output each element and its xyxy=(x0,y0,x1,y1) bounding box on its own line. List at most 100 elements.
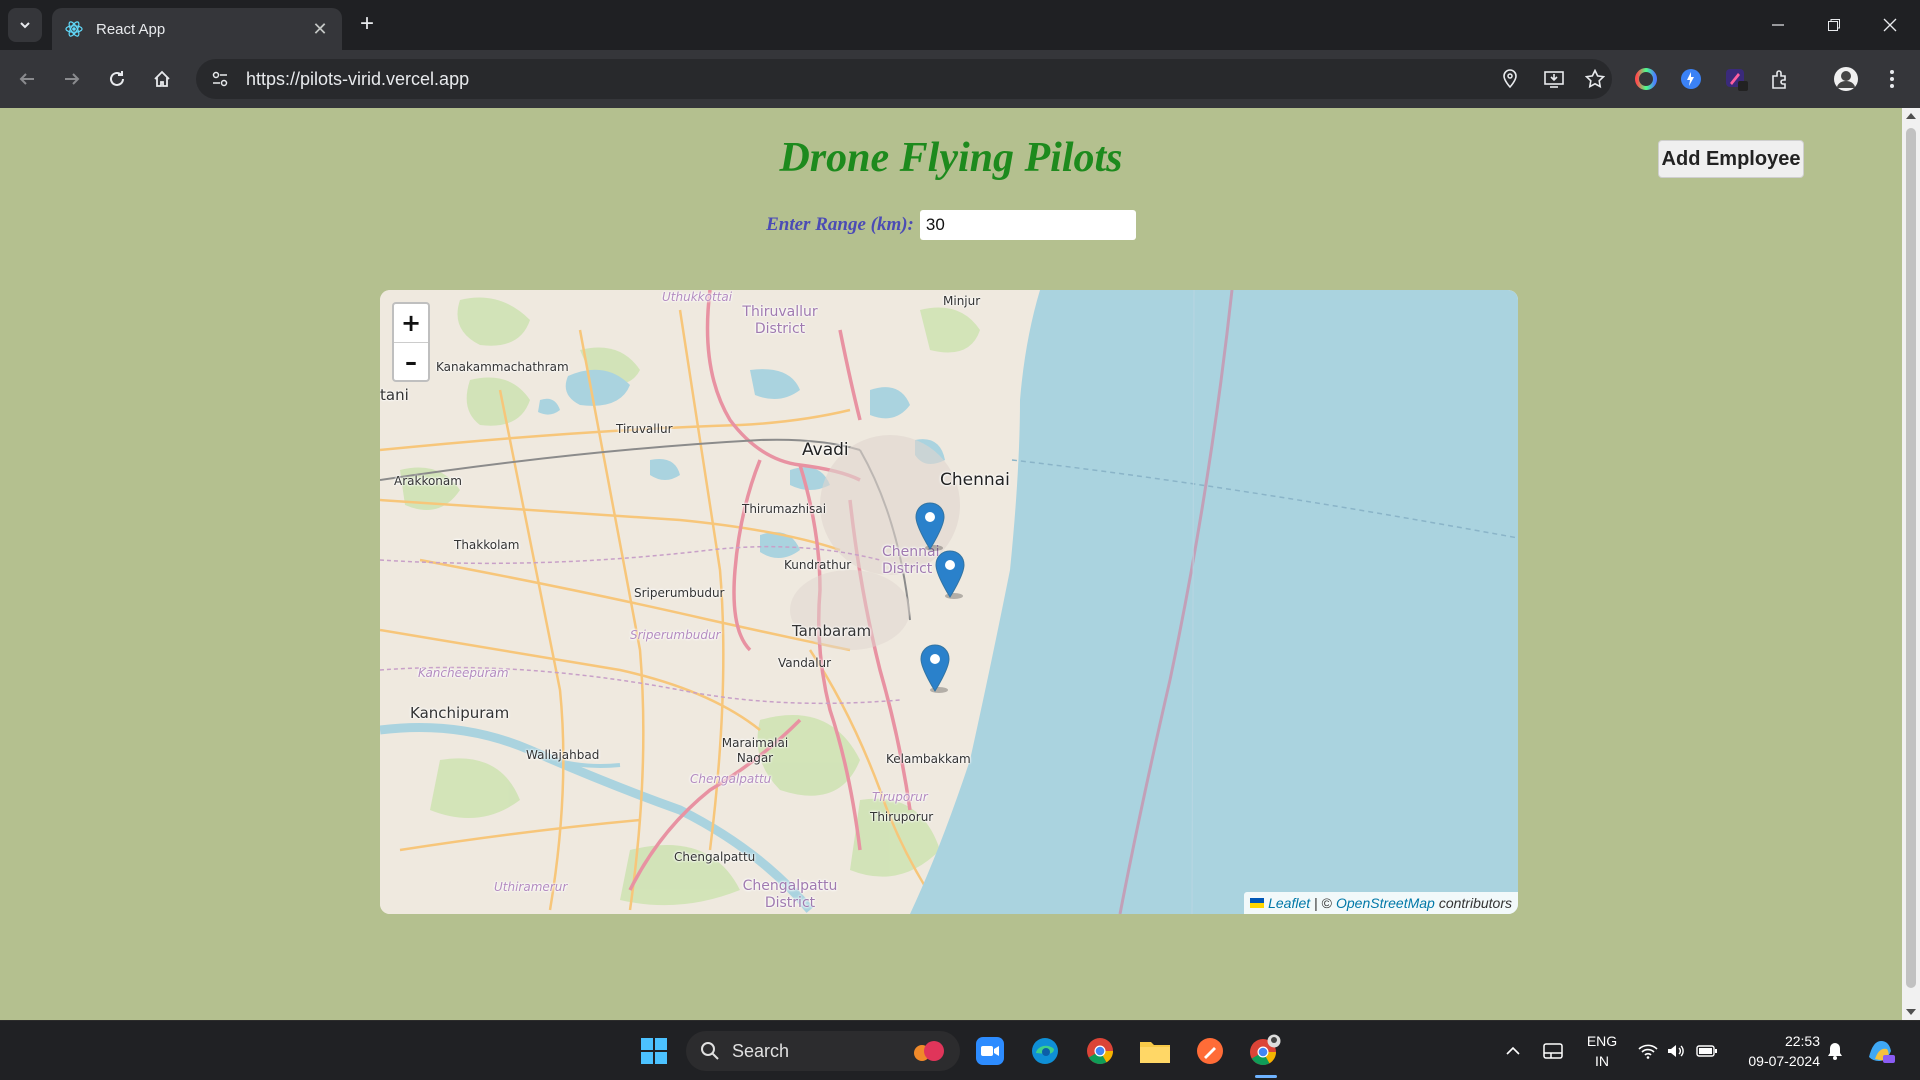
map-label: Thiruvallur District xyxy=(742,304,818,337)
map-label: Tiruvallur xyxy=(616,422,673,436)
map-label: Tiruporur xyxy=(872,790,928,804)
chevron-down-icon xyxy=(20,22,30,29)
home-icon xyxy=(154,70,170,87)
close-window-button[interactable] xyxy=(1862,0,1918,50)
map-label: Tambaram xyxy=(792,622,872,640)
tablet-mode-icon[interactable] xyxy=(1538,1021,1568,1080)
arrow-left-icon xyxy=(19,73,34,85)
profile-avatar[interactable] xyxy=(1832,65,1860,93)
map-marker-icon[interactable] xyxy=(919,644,951,694)
windows-taskbar: Search ENG IN 22:53 09-07-2024 xyxy=(0,1020,1920,1080)
extension-color-icon[interactable] xyxy=(1632,65,1660,93)
language-bottom: IN xyxy=(1595,1053,1609,1069)
range-input[interactable] xyxy=(919,210,1136,240)
add-employee-button[interactable]: Add Employee xyxy=(1658,140,1804,178)
edge-browser-icon[interactable] xyxy=(1025,1031,1065,1071)
chrome-browser-icon[interactable] xyxy=(1080,1031,1120,1071)
clock-time: 22:53 xyxy=(1784,1033,1820,1049)
range-label: Enter Range (km): xyxy=(766,214,914,235)
map-label: Sriperumbudur xyxy=(630,628,721,642)
chrome-profile-icon[interactable] xyxy=(1245,1031,1285,1071)
reload-icon xyxy=(110,71,124,86)
ukraine-flag-icon xyxy=(1250,898,1265,908)
map-tiles[interactable] xyxy=(380,290,1518,914)
copilot-icon[interactable] xyxy=(1860,1021,1900,1080)
map-label: Kelambakkam xyxy=(886,752,971,766)
taskbar-search[interactable]: Search xyxy=(686,1031,960,1071)
address-bar[interactable]: https://pilots-virid.vercel.app xyxy=(196,59,1612,99)
windows-start-icon[interactable] xyxy=(634,1031,674,1071)
restore-button[interactable] xyxy=(1806,0,1862,50)
map-label: Thakkolam xyxy=(454,538,520,552)
page-scrollbar[interactable] xyxy=(1902,108,1920,1020)
search-icon xyxy=(701,1042,719,1060)
zoom-out-button[interactable]: – xyxy=(394,342,428,380)
close-icon xyxy=(1883,18,1897,32)
forward-button[interactable] xyxy=(55,62,89,96)
volume-icon[interactable] xyxy=(1662,1021,1690,1080)
map-label: tani xyxy=(380,386,409,404)
tab-search-button[interactable] xyxy=(8,8,42,42)
minimize-button[interactable] xyxy=(1750,0,1806,50)
search-highlight-icon xyxy=(914,1041,944,1061)
reload-button[interactable] xyxy=(100,62,134,96)
bookmark-star-icon[interactable] xyxy=(1581,65,1609,93)
zoom-app-icon[interactable] xyxy=(970,1031,1010,1071)
zoom-in-button[interactable]: + xyxy=(394,304,428,342)
tab-close-icon[interactable]: ✕ xyxy=(310,19,330,40)
site-info-icon[interactable] xyxy=(202,61,238,97)
map-label: Chengalpattu District xyxy=(742,878,838,911)
map-label: Vandalur xyxy=(778,656,832,670)
browser-tabstrip: React App ✕ + xyxy=(0,0,1920,50)
postman-app-icon[interactable] xyxy=(1190,1031,1230,1071)
map-label: Thirumazhisai xyxy=(742,502,827,516)
browser-toolbar: https://pilots-virid.vercel.app xyxy=(0,50,1920,108)
react-logo-icon xyxy=(65,21,83,37)
taskbar-clock[interactable]: 22:53 09-07-2024 xyxy=(1730,1031,1820,1071)
install-app-icon[interactable] xyxy=(1540,65,1568,93)
language-top: ENG xyxy=(1586,1033,1618,1049)
arrow-right-icon xyxy=(65,73,80,85)
map-label: Thiruporur xyxy=(870,810,934,824)
notification-bell-icon[interactable] xyxy=(1822,1021,1848,1080)
map-label: Uthiramerur xyxy=(494,880,568,894)
extensions-puzzle-icon[interactable] xyxy=(1767,65,1795,93)
battery-icon[interactable] xyxy=(1692,1021,1722,1080)
scroll-up-icon[interactable] xyxy=(1906,113,1916,119)
menu-more-icon[interactable] xyxy=(1878,65,1906,93)
map-label: Sriperumbudur xyxy=(634,586,725,600)
clock-date: 09-07-2024 xyxy=(1748,1053,1820,1069)
attribution-separator: | © xyxy=(1314,895,1332,911)
location-pin-icon[interactable] xyxy=(1496,65,1524,93)
wifi-icon[interactable] xyxy=(1634,1021,1662,1080)
tab-title: React App xyxy=(96,20,166,38)
back-button[interactable] xyxy=(10,62,44,96)
show-hidden-icons-button[interactable] xyxy=(1498,1021,1528,1080)
new-tab-button[interactable]: + xyxy=(354,12,380,38)
map-label: Kundrathur xyxy=(784,558,852,572)
map-label: Uthukkottai xyxy=(662,290,733,304)
map-attribution: Leaflet | © OpenStreetMap contributors xyxy=(1244,892,1518,914)
page-content: Drone Flying Pilots Add Employee Enter R… xyxy=(0,108,1902,1020)
scroll-down-icon[interactable] xyxy=(1906,1009,1916,1015)
zoom-control: + – xyxy=(392,302,430,382)
home-button[interactable] xyxy=(145,62,179,96)
extension-vpn-icon[interactable] xyxy=(1677,65,1705,93)
restore-icon xyxy=(1828,19,1840,31)
file-explorer-icon[interactable] xyxy=(1135,1031,1175,1071)
browser-tab[interactable]: React App ✕ xyxy=(52,8,342,50)
scrollbar-thumb[interactable] xyxy=(1906,128,1916,988)
leaflet-link[interactable]: Leaflet xyxy=(1268,895,1310,911)
openstreetmap-link[interactable]: OpenStreetMap xyxy=(1336,895,1435,911)
map-label: Minjur xyxy=(943,294,981,308)
map-container[interactable]: + – Uthukkottai Thiruvallur District Min… xyxy=(380,290,1518,914)
map-marker-icon[interactable] xyxy=(934,550,966,600)
map-marker-icon[interactable] xyxy=(914,502,946,552)
map-label: Wallajahbad xyxy=(526,748,600,762)
map-label: Kancheepuram xyxy=(418,666,509,680)
map-label: Avadi xyxy=(802,440,849,460)
url-text[interactable]: https://pilots-virid.vercel.app xyxy=(246,69,1612,90)
language-indicator[interactable]: ENG IN xyxy=(1582,1031,1622,1071)
map-label: Kanchipuram xyxy=(410,704,510,722)
extension-pen-icon[interactable] xyxy=(1722,65,1750,93)
